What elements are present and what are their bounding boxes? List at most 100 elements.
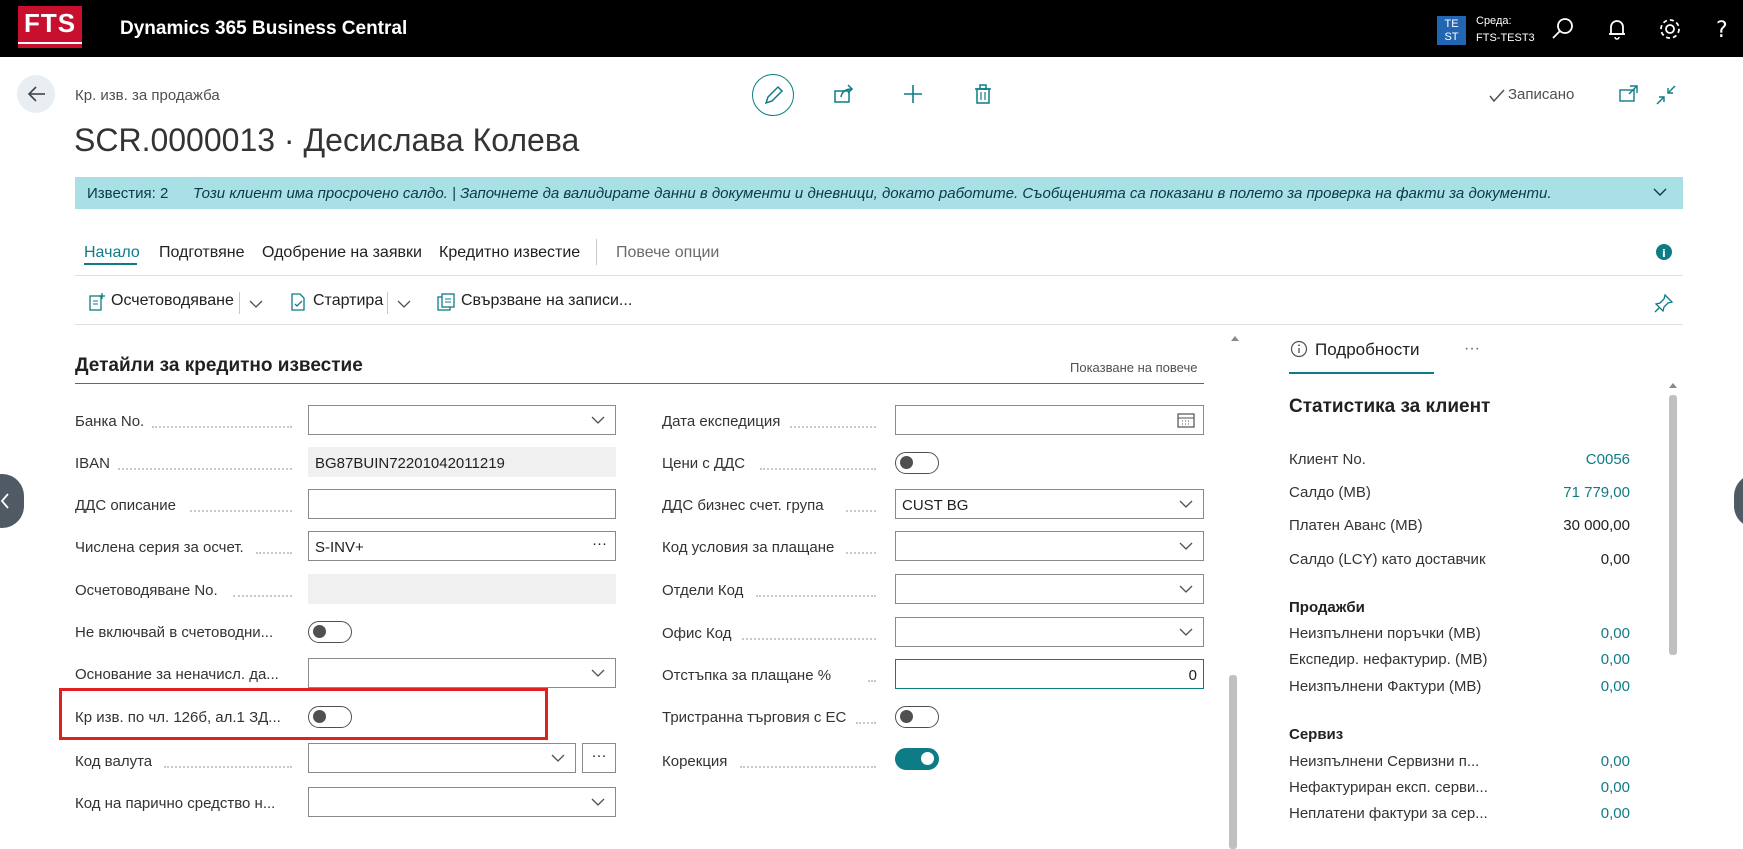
section-title[interactable]: Детайли за кредитно известие xyxy=(75,355,363,377)
notification-bar[interactable]: Известия: 2 Този клиент има просрочено с… xyxy=(75,177,1683,209)
checkmark-icon xyxy=(1489,89,1505,103)
apply-entries-button[interactable]: Свързване на записи... xyxy=(461,292,632,310)
ellipsis-icon[interactable]: ··· xyxy=(592,535,607,552)
outstanding-orders-link[interactable]: 0,00 xyxy=(1480,625,1630,642)
tab-prepare[interactable]: Подготвяне xyxy=(159,244,244,262)
bank-no-select[interactable] xyxy=(308,405,616,435)
arrow-left-icon xyxy=(27,86,45,102)
vendor-balance-value: 0,00 xyxy=(1600,551,1630,568)
info-icon[interactable]: i xyxy=(1655,243,1673,261)
app-title[interactable]: Dynamics 365 Business Central xyxy=(120,18,407,40)
exclude-accounting-label: Не включвай в счетоводни... xyxy=(75,624,274,641)
bank-no-label: Банка No. xyxy=(75,413,145,430)
pin-icon[interactable] xyxy=(1654,293,1674,313)
chevron-left-icon xyxy=(0,493,9,509)
more-options-button[interactable]: Повече опции xyxy=(616,244,719,262)
iban-label: IBAN xyxy=(75,455,111,472)
field-leader-dots xyxy=(846,552,876,554)
posting-no-label: Осчетоводяване No. xyxy=(75,582,218,599)
payment-discount-label: Отстъпка за плащане % xyxy=(662,667,832,684)
office-code-select[interactable] xyxy=(895,617,1204,647)
prices-incl-vat-label: Цени с ДДС xyxy=(662,455,746,472)
show-more-link[interactable]: Показване на повече xyxy=(1070,360,1197,375)
gear-icon[interactable] xyxy=(1657,16,1683,42)
correction-label: Корекция xyxy=(662,753,728,770)
balance-link[interactable]: 71 779,00 xyxy=(1480,484,1630,501)
field-leader-dots xyxy=(846,510,876,512)
office-code-label: Офис Код xyxy=(662,625,732,642)
currency-code-select[interactable] xyxy=(308,743,576,773)
fts-logo[interactable]: FTS xyxy=(18,6,82,48)
search-icon[interactable] xyxy=(1550,16,1576,42)
currency-lookup-button[interactable]: ··· xyxy=(582,743,616,773)
chevron-down-icon[interactable] xyxy=(249,299,263,309)
cash-code-select[interactable] xyxy=(308,787,616,817)
balance-label: Салдо (МВ) xyxy=(1289,484,1371,501)
svg-text:i: i xyxy=(1662,247,1666,260)
service-invoices-label: Неплатени фактури за сер... xyxy=(1289,805,1488,822)
notification-count[interactable]: Известия: 2 xyxy=(87,185,168,202)
outstanding-orders-label: Неизпълнени поръчки (МВ) xyxy=(1289,625,1481,642)
back-button[interactable] xyxy=(17,75,55,113)
eu-triangular-trade-toggle[interactable] xyxy=(895,706,939,728)
posting-series-input[interactable]: S-INV+ ··· xyxy=(308,531,616,561)
customer-no-link[interactable]: C0056 xyxy=(1480,451,1630,468)
collapse-icon[interactable] xyxy=(1655,84,1677,106)
main-scrollbar[interactable] xyxy=(1229,330,1241,849)
environment-label: Среда: xyxy=(1476,15,1512,27)
service-shipped-link[interactable]: 0,00 xyxy=(1480,779,1630,796)
previous-record-button[interactable] xyxy=(0,474,24,528)
calendar-icon[interactable] xyxy=(1177,412,1195,428)
tab-approvals[interactable]: Одобрение на заявки xyxy=(262,244,422,262)
outstanding-invoices-link[interactable]: 0,00 xyxy=(1480,678,1630,695)
posting-series-label: Числена серия за осчет. xyxy=(75,539,244,556)
payment-discount-input[interactable]: 0 xyxy=(895,659,1204,689)
scroll-up-icon[interactable] xyxy=(1667,380,1679,390)
correction-toggle[interactable] xyxy=(895,748,939,770)
chevron-down-icon[interactable] xyxy=(397,299,411,309)
exclude-accounting-toggle[interactable] xyxy=(308,621,352,643)
field-leader-dots xyxy=(760,468,876,470)
environment-badge[interactable]: TE ST xyxy=(1437,16,1466,45)
prepayment-label: Платен Аванс (МВ) xyxy=(1289,517,1423,534)
vat-bus-group-label: ДДС бизнес счет. група xyxy=(662,497,824,514)
factbox-title: Статистика за клиент xyxy=(1289,396,1491,417)
tab-home[interactable]: Начало xyxy=(84,244,140,262)
field-leader-dots xyxy=(152,426,292,428)
post-button[interactable]: Осчетоводяване xyxy=(111,292,234,310)
action-toolbar: Осчетоводяване Стартира Свързване на зап… xyxy=(75,284,1683,325)
chevron-down-icon[interactable] xyxy=(1653,187,1667,197)
iban-field: BG87BUIN72201042011219 xyxy=(308,447,616,477)
tab-credit-memo[interactable]: Кредитно известие xyxy=(439,244,580,262)
factbox-more-button[interactable]: ··· xyxy=(1464,340,1480,358)
service-orders-link[interactable]: 0,00 xyxy=(1480,753,1630,770)
next-record-button[interactable] xyxy=(1734,474,1743,528)
non-charge-reason-select[interactable] xyxy=(308,658,616,688)
help-icon[interactable]: ? xyxy=(1708,16,1734,42)
department-code-select[interactable] xyxy=(895,574,1204,604)
vat-bus-group-select[interactable]: CUST BG xyxy=(895,489,1204,519)
scrollbar-thumb[interactable] xyxy=(1229,675,1237,849)
share-icon[interactable] xyxy=(832,82,856,106)
field-leader-dots xyxy=(742,638,876,640)
shipped-not-invoiced-link[interactable]: 0,00 xyxy=(1480,651,1630,668)
open-new-window-icon[interactable] xyxy=(1618,84,1640,104)
shipped-not-invoiced-label: Експедир. нефактурир. (МВ) xyxy=(1289,651,1488,668)
bell-icon[interactable] xyxy=(1604,16,1630,42)
highlight-box xyxy=(59,688,548,740)
scroll-up-icon[interactable] xyxy=(1229,333,1241,343)
ship-date-input[interactable] xyxy=(895,405,1204,435)
factbox-scrollbar[interactable] xyxy=(1669,395,1677,655)
delete-icon[interactable] xyxy=(971,82,995,106)
release-button[interactable]: Стартира xyxy=(313,292,383,310)
plus-icon[interactable] xyxy=(901,82,925,106)
edit-button[interactable] xyxy=(752,74,794,116)
service-invoices-link[interactable]: 0,00 xyxy=(1480,805,1630,822)
prices-incl-vat-toggle[interactable] xyxy=(895,452,939,474)
vendor-balance-label: Салдо (LCY) като доставчик xyxy=(1289,551,1486,568)
service-orders-label: Неизпълнени Сервизни п... xyxy=(1289,753,1480,770)
customer-no-label: Клиент No. xyxy=(1289,451,1366,468)
vat-description-input[interactable] xyxy=(308,489,616,519)
factbox-tab-details[interactable]: Подробности xyxy=(1315,340,1420,360)
payment-terms-select[interactable] xyxy=(895,531,1204,561)
